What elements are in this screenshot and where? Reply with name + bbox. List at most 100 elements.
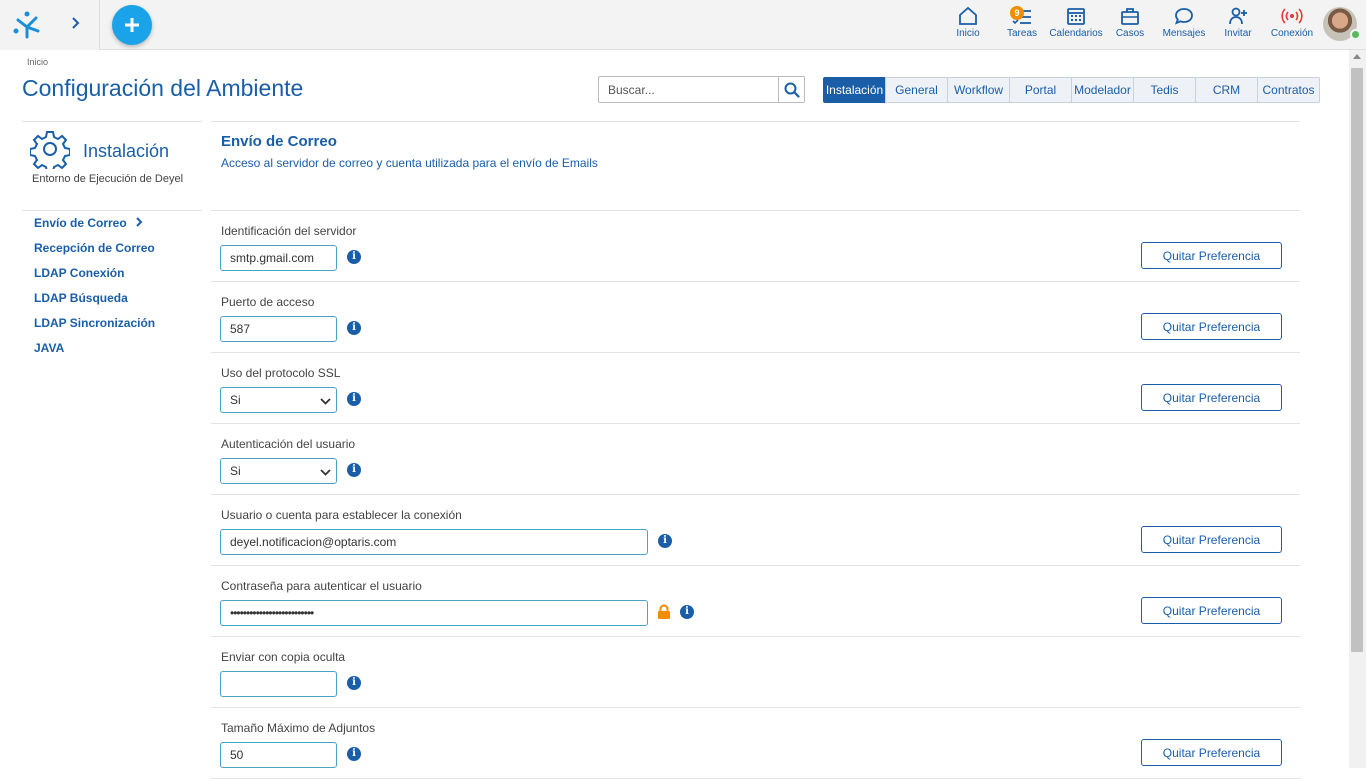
chevron-down-icon	[320, 466, 331, 480]
info-icon[interactable]: i	[347, 250, 361, 264]
chevron-right-icon	[135, 215, 143, 231]
sidebar-item-label: Envío de Correo	[34, 216, 127, 230]
form-row: Contraseña para autenticar el usuario i Qu…	[211, 566, 1300, 637]
text-field[interactable]	[220, 671, 337, 697]
nav-label: Invitar	[1224, 28, 1252, 39]
config-tabs: Instalación General Workflow Portal Modelado…	[823, 77, 1320, 103]
quitar-preferencia-button[interactable]: Quitar Preferencia	[1141, 384, 1282, 411]
scroll-up-arrow[interactable]	[1353, 54, 1361, 59]
search-input[interactable]	[598, 76, 779, 103]
form-row: Autenticación del usuario Si i	[211, 424, 1300, 495]
password-field[interactable]	[220, 600, 648, 626]
tasks-count-badge: 9	[1010, 6, 1024, 20]
quitar-preferencia-button[interactable]: Quitar Preferencia	[1141, 242, 1282, 269]
field-label: Tamaño Máximo de Adjuntos	[221, 721, 376, 735]
form-row: Enviar con copia oculta i	[211, 637, 1300, 708]
nav-inicio[interactable]: Inicio	[938, 6, 998, 39]
info-icon[interactable]: i	[680, 605, 694, 619]
field-label: Uso del protocolo SSL	[221, 366, 341, 380]
page-title: Configuración del Ambiente	[22, 75, 304, 101]
field-label: Identificación del servidor	[221, 224, 357, 238]
plus-icon	[125, 18, 139, 32]
info-icon[interactable]: i	[347, 392, 361, 406]
sidebar-item-label: LDAP Conexión	[34, 266, 125, 280]
nav-mensajes[interactable]: Mensajes	[1154, 6, 1214, 39]
text-field[interactable]	[220, 316, 337, 342]
sidebar-item-ldap-b-squeda[interactable]: LDAP Búsqueda	[34, 290, 155, 315]
nav-invitar[interactable]: Invitar	[1208, 6, 1268, 39]
sidebar-item-label: LDAP Sincronización	[34, 316, 156, 330]
nav-conexin[interactable]: Conexión	[1262, 6, 1322, 39]
form-row: Puerto de acceso i Quitar Preferencia	[211, 282, 1300, 353]
sidebar-item-label: JAVA	[34, 341, 65, 355]
text-field[interactable]	[220, 742, 337, 768]
text-field[interactable]	[220, 529, 648, 555]
select-field[interactable]: Si	[220, 458, 337, 484]
chevron-right-icon[interactable]	[66, 14, 84, 32]
add-user-icon	[1208, 6, 1268, 26]
gear-icon	[30, 131, 70, 169]
tab-contratos[interactable]: Contratos	[1257, 77, 1320, 103]
nav-label: Calendarios	[1049, 28, 1103, 39]
quitar-preferencia-button[interactable]: Quitar Preferencia	[1141, 597, 1282, 624]
select-value: Si	[230, 393, 241, 407]
quitar-preferencia-button[interactable]: Quitar Preferencia	[1141, 739, 1282, 766]
scroll-thumb[interactable]	[1351, 68, 1363, 652]
nav-label: Inicio	[956, 28, 980, 39]
nav-casos[interactable]: Casos	[1100, 6, 1160, 39]
field-label: Autenticación del usuario	[221, 437, 356, 451]
field-label: Enviar con copia oculta	[221, 650, 346, 664]
section-header: Envío de Correo Acceso al servidor de co…	[211, 121, 1300, 211]
tab-tedis[interactable]: Tedis	[1133, 77, 1196, 103]
tab-portal[interactable]: Portal	[1009, 77, 1072, 103]
nav-label: Tareas	[1006, 28, 1037, 39]
select-field[interactable]: Si	[220, 387, 337, 413]
sidebar-header: Instalación Entorno de Ejecución de Deye…	[22, 121, 202, 211]
info-icon[interactable]: i	[347, 463, 361, 477]
briefcase-icon	[1100, 6, 1160, 26]
home-icon	[938, 6, 998, 26]
sidebar-item-recepci-n-de-correo[interactable]: Recepción de Correo	[34, 240, 155, 265]
sidebar-item-ldap-conexi-n[interactable]: LDAP Conexión	[34, 265, 155, 290]
info-icon[interactable]: i	[347, 676, 361, 690]
sidebar-item-label: LDAP Búsqueda	[34, 291, 128, 305]
nav-tareas[interactable]: Tareas 9	[992, 6, 1052, 39]
search-icon	[784, 82, 800, 98]
tab-crm[interactable]: CRM	[1195, 77, 1258, 103]
nav-label: Mensajes	[1162, 28, 1206, 39]
form-row: Usuario o cuenta para establecer la cone…	[211, 495, 1300, 566]
section-description: Acceso al servidor de correo y cuenta ut…	[221, 156, 598, 170]
field-label: Puerto de acceso	[221, 295, 315, 309]
sidebar-item-ldap-sincronizaci-n[interactable]: LDAP Sincronización	[34, 315, 155, 340]
logo-area	[0, 0, 100, 50]
info-icon[interactable]: i	[347, 321, 361, 335]
form-row: Uso del protocolo SSL Si i Quitar Preferenc…	[211, 353, 1300, 424]
quitar-preferencia-button[interactable]: Quitar Preferencia	[1141, 526, 1282, 553]
deyel-logo-icon[interactable]	[12, 10, 42, 40]
field-label: Contraseña para autenticar el usuario	[221, 579, 422, 593]
tab-modelador[interactable]: Modelador	[1071, 77, 1134, 103]
form-row: Tamaño Máximo de Adjuntos i Quitar Prefere…	[211, 708, 1300, 779]
info-icon[interactable]: i	[347, 747, 361, 761]
chevron-down-icon	[320, 395, 331, 409]
field-label: Usuario o cuenta para establecer la cone…	[221, 508, 462, 522]
select-value: Si	[230, 464, 241, 478]
text-field[interactable]	[220, 245, 337, 271]
nav-label: Conexión	[1270, 28, 1314, 39]
tab-workflow[interactable]: Workflow	[947, 77, 1010, 103]
sidebar-item-env-o-de-correo[interactable]: Envío de Correo	[34, 215, 155, 240]
quitar-preferencia-button[interactable]: Quitar Preferencia	[1141, 313, 1282, 340]
tab-general[interactable]: General	[885, 77, 948, 103]
create-button[interactable]	[112, 5, 152, 45]
info-icon[interactable]: i	[658, 534, 672, 548]
online-status-dot	[1350, 29, 1361, 40]
tab-instalacin[interactable]: Instalación	[823, 77, 886, 103]
search-button[interactable]	[778, 76, 805, 103]
breadcrumb[interactable]: Inicio	[27, 57, 48, 67]
sidebar-title: Instalación	[83, 141, 170, 161]
nav-label: Casos	[1115, 28, 1145, 39]
nav-calendarios[interactable]: Calendarios	[1046, 6, 1106, 39]
page-scrollbar[interactable]	[1349, 50, 1366, 768]
sidebar-menu: Envío de Correo Recepción de Correo LDAP C…	[34, 215, 155, 365]
sidebar-item-java[interactable]: JAVA	[34, 340, 155, 365]
